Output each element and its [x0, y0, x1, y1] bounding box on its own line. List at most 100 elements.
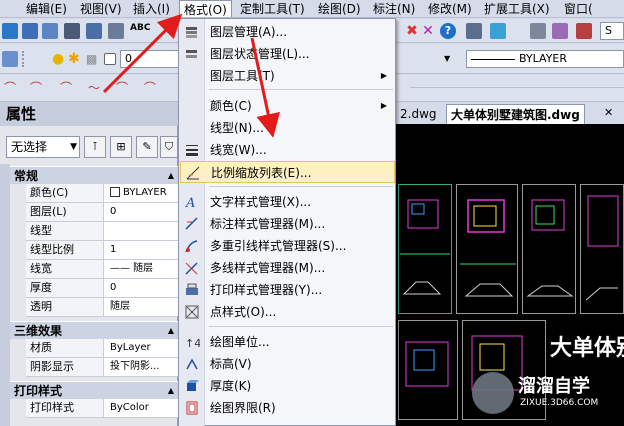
menu-insert[interactable]: 插入(I) — [133, 1, 170, 17]
svg-text:A: A — [185, 196, 195, 210]
prop-row-thickness[interactable]: 厚度 0 — [26, 279, 178, 298]
arc-tool-icon[interactable]: ⌒ — [60, 81, 76, 97]
menu-item-point-style[interactable]: 点样式(O)... — [180, 301, 395, 323]
print-icon[interactable] — [64, 23, 80, 39]
menu-item-elevation[interactable]: 标高(V) — [180, 353, 395, 375]
layer-manager-icon — [184, 24, 200, 40]
menu-item-plot-style[interactable]: 打印样式管理器(Y)... — [180, 279, 395, 301]
menu-separator — [209, 326, 393, 327]
prop-row-shadow-display[interactable]: 阴影显示 投下阴影... — [26, 358, 178, 377]
prop-row-color[interactable]: 颜色(C) BYLAYER — [26, 184, 178, 203]
print-preview-icon[interactable] — [86, 23, 102, 39]
text-style-toolbar-icon[interactable] — [576, 23, 592, 39]
prop-row-lineweight[interactable]: 线宽 —— 随层 — [26, 260, 178, 279]
menu-item-color[interactable]: 颜色(C) ▶ — [180, 95, 395, 117]
menu-item-thickness[interactable]: 厚度(K) — [180, 375, 395, 397]
tab-villa-drawing[interactable]: 大单体别墅建筑图.dwg — [446, 104, 585, 124]
toggle-pickadd-icon[interactable]: ⊺ — [84, 136, 106, 158]
spline-tool-icon[interactable]: ～ — [88, 81, 104, 97]
save-icon[interactable] — [22, 23, 38, 39]
collapse-icon[interactable]: ▲ — [168, 322, 174, 340]
menu-dimension[interactable]: 标注(N) — [373, 1, 415, 17]
text-style-icon: A — [184, 194, 200, 211]
lightbulb-icon[interactable]: ● — [52, 51, 68, 67]
new-file-icon[interactable] — [2, 23, 18, 39]
line-tool-icon[interactable]: ⌒ — [4, 81, 20, 97]
submenu-arrow-icon: ▶ — [380, 71, 387, 80]
menu-window[interactable]: 窗口( — [564, 1, 593, 17]
layer-props-icon[interactable] — [2, 51, 18, 67]
menu-format[interactable]: 格式(O) — [179, 0, 232, 17]
quick-select-icon[interactable]: ⛉ — [160, 136, 178, 158]
help-icon[interactable]: ? — [440, 23, 456, 39]
menu-draw[interactable]: 绘图(D) — [318, 1, 361, 17]
prop-row-linetype-scale[interactable]: 线型比例 1 — [26, 241, 178, 260]
drawing-canvas[interactable]: 大单体别 溜溜自学 ZIXUE.3D66.COM — [396, 124, 624, 426]
chevron-down-icon: ▼ — [70, 142, 77, 152]
text-style-combo[interactable]: S — [600, 22, 624, 40]
toolbar-divider — [410, 87, 624, 88]
menu-item-layer-state-manager[interactable]: 图层状态管理(L)... — [180, 43, 395, 65]
menu-item-drawing-limits[interactable]: 绘图界限(R) — [180, 397, 395, 419]
watermark: 溜溜自学 ZIXUE.3D66.COM — [472, 370, 622, 420]
lineweight-icon — [184, 142, 200, 158]
prop-row-layer[interactable]: 图层(L) 0 — [26, 203, 178, 222]
edit-icon[interactable]: ✎ — [136, 136, 158, 158]
menu-edit[interactable]: 编辑(E) — [26, 1, 67, 17]
panel-side-gutter — [0, 164, 10, 426]
menu-item-drawing-units[interactable]: ↑4 绘图单位... — [180, 331, 395, 353]
polyline-tool-icon[interactable]: ⌒ — [30, 81, 46, 97]
section-3d-effects[interactable]: 三维效果 ▲ — [10, 321, 178, 339]
prop-row-material[interactable]: 材质 ByLayer — [26, 339, 178, 358]
menu-separator — [209, 186, 393, 187]
tool-palette-icon[interactable] — [552, 23, 568, 39]
menu-extension-tools[interactable]: 扩展工具(X) — [484, 1, 550, 17]
revcloud-tool-icon[interactable]: ⌒ — [116, 81, 132, 97]
menu-item-multiline-style[interactable]: 多线样式管理器(M)... — [180, 257, 395, 279]
close-icon[interactable]: ✖ — [404, 23, 420, 39]
selection-combo[interactable]: 无选择 ▼ — [6, 136, 80, 158]
menu-custom-tools[interactable]: 定制工具(T) — [240, 1, 305, 17]
linetype-combo[interactable]: BYLAYER — [466, 50, 624, 68]
tab-close-icon[interactable]: ✕ — [604, 106, 613, 119]
multiline-style-icon — [184, 260, 200, 276]
menu-item-text-style[interactable]: A 文字样式管理(X)... — [180, 191, 395, 213]
zoom-icon[interactable] — [466, 23, 482, 39]
plot-icon[interactable] — [108, 23, 124, 39]
prop-row-linetype[interactable]: 线型 — [26, 222, 178, 241]
layer-color-swatch[interactable] — [104, 53, 116, 65]
menu-item-layer-manager[interactable]: 图层管理(A)... — [180, 21, 395, 43]
section-general[interactable]: 常规 ▲ — [10, 166, 178, 184]
ellipse-arc-tool-icon[interactable]: ⌒ — [144, 81, 160, 97]
menu-item-layer-tools[interactable]: 图层工具(T) ▶ — [180, 65, 395, 87]
sun-icon[interactable]: ✱ — [68, 51, 84, 67]
menu-item-lineweight[interactable]: 线宽(W)... — [180, 139, 395, 161]
units-icon: ↑4 — [184, 334, 201, 350]
freeze-icon[interactable]: ▩ — [86, 51, 102, 67]
linetype-sample — [471, 58, 515, 60]
collapse-icon[interactable]: ▲ — [168, 382, 174, 400]
menu-bar: 编辑(E) 视图(V) 插入(I) 格式(O) 定制工具(T) 绘图(D) 标注… — [0, 0, 624, 18]
section-plot-style[interactable]: 打印样式 ▲ — [10, 381, 178, 399]
design-center-icon[interactable] — [530, 23, 546, 39]
menu-item-multileader-style[interactable]: 多重引线样式管理器(S)... — [180, 235, 395, 257]
spellcheck-icon[interactable]: ABC — [130, 23, 150, 33]
menu-modify[interactable]: 修改(M) — [428, 1, 472, 17]
toolbar-grip — [22, 51, 28, 67]
drawing-title-text: 大单体别 — [550, 336, 624, 361]
tab-drawing-2[interactable]: 2.dwg — [396, 104, 441, 124]
collapse-icon[interactable]: ▲ — [168, 167, 174, 185]
layer-combo[interactable]: 0 — [120, 50, 180, 68]
chevron-down-icon[interactable]: ▼ — [444, 54, 450, 63]
menu-item-scale-list[interactable]: 比例缩放列表(E)... — [180, 161, 395, 183]
prop-row-plot-style[interactable]: 打印样式 ByColor — [26, 399, 178, 418]
menu-item-dimension-style[interactable]: 标注样式管理器(M)... — [180, 213, 395, 235]
explode-icon[interactable]: ✕ — [420, 23, 436, 39]
properties-icon[interactable] — [490, 23, 506, 39]
save-as-icon[interactable] — [42, 23, 58, 39]
select-objects-icon[interactable]: ⊞ — [110, 136, 132, 158]
menu-item-linetype[interactable]: 线型(N)... — [180, 117, 395, 139]
menu-view[interactable]: 视图(V) — [80, 1, 122, 17]
prop-row-transparency[interactable]: 透明 随层 — [26, 298, 178, 317]
panel-title: 属性 — [0, 102, 178, 126]
